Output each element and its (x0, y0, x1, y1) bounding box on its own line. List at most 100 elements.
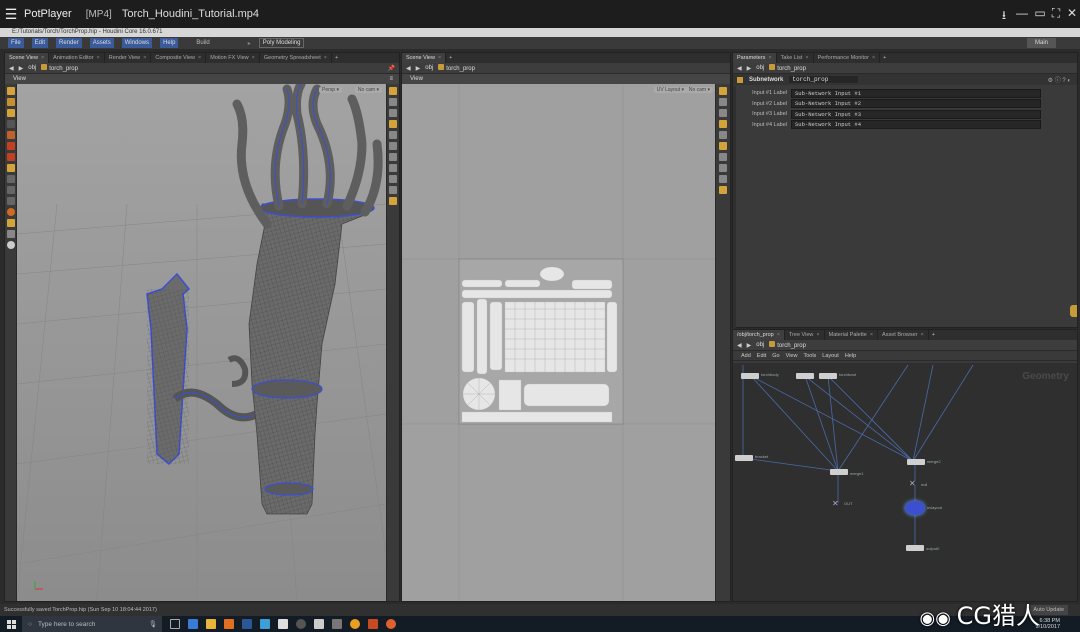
shelf-dropdown-icon[interactable]: ▸ (248, 40, 251, 47)
menu-assets[interactable]: Assets (89, 38, 114, 48)
select-tool-icon[interactable] (6, 87, 15, 95)
minimize-icon[interactable]: — (1014, 6, 1030, 20)
file-explorer-icon[interactable] (206, 619, 216, 629)
network-node[interactable] (906, 545, 924, 551)
move-tool-icon[interactable] (6, 131, 15, 139)
add-tab-icon[interactable]: + (880, 53, 889, 63)
selected-node[interactable] (905, 501, 925, 515)
tab-take-list[interactable]: Take List × (777, 53, 814, 63)
menu-edit[interactable]: Edit (31, 38, 49, 48)
taskbar-search[interactable]: ○ Type here to search 🎙 (22, 616, 162, 632)
lock-camera-icon[interactable] (719, 98, 727, 106)
folder-icon[interactable] (332, 619, 342, 629)
hamburger-menu-icon[interactable]: ☰ (0, 6, 22, 23)
tab-performance-monitor[interactable]: Performance Monitor × (814, 53, 881, 63)
wireframe-icon[interactable] (719, 131, 727, 139)
path-obj[interactable]: obj (425, 65, 433, 71)
tab-parameters[interactable]: Parameters × (733, 53, 777, 63)
home-icon[interactable] (389, 186, 397, 194)
brush-tool-icon[interactable] (6, 197, 15, 205)
shading-icon[interactable] (719, 120, 727, 128)
shelf-poly-modeling[interactable]: Poly Modeling (258, 38, 305, 48)
tab-composite-view[interactable]: Composite View × (151, 53, 207, 63)
network-node[interactable] (830, 469, 848, 475)
net-menu-edit[interactable]: Edit (757, 353, 766, 359)
forward-arrow-icon[interactable]: ▶ (747, 342, 752, 349)
no-cam-dropdown[interactable]: No cam ▾ (354, 87, 382, 93)
path-torch-prop[interactable]: torch_prop (41, 64, 78, 72)
uv-no-cam-dropdown[interactable]: No cam ▾ (685, 87, 713, 93)
path-torch-prop[interactable]: torch_prop (769, 341, 806, 349)
chrome-icon[interactable] (350, 619, 360, 629)
edge-icon[interactable] (188, 619, 198, 629)
snap-icon[interactable] (719, 142, 727, 150)
path-obj[interactable]: obj (756, 342, 764, 348)
tab-asset-browser[interactable]: Asset Browser × (878, 330, 929, 340)
uv-viewport[interactable]: UV Layout ▾ No cam ▾ (402, 84, 715, 601)
steam-icon[interactable] (296, 619, 306, 629)
normals-icon[interactable] (389, 164, 397, 172)
microphone-icon[interactable]: 🎙 (149, 620, 157, 628)
camera-dropdown[interactable]: Persp ▾ (319, 87, 342, 93)
close-icon[interactable]: ✕ (1064, 6, 1080, 20)
menu-windows[interactable]: Windows (121, 38, 153, 48)
tab-motion-fx-view[interactable]: Motion FX View × (206, 53, 260, 63)
add-tab-icon[interactable]: + (332, 53, 341, 63)
forward-arrow-icon[interactable]: ▶ (416, 65, 421, 72)
menu-help[interactable]: Help (160, 38, 179, 48)
param-field[interactable]: Sub-Network Input #3 (791, 109, 1041, 119)
back-arrow-icon[interactable]: ◀ (9, 65, 14, 72)
path-obj[interactable]: obj (756, 65, 764, 71)
net-menu-help[interactable]: Help (845, 353, 856, 359)
photoshop-icon[interactable] (242, 619, 252, 629)
shelf-build[interactable]: Build (196, 40, 209, 46)
display-icon[interactable] (6, 241, 15, 249)
tab-uv-scene-view[interactable]: Scene View × (402, 53, 447, 63)
tab-geometry-spreadsheet[interactable]: Geometry Spreadsheet × (260, 53, 332, 63)
firefox-icon[interactable] (386, 619, 396, 629)
add-tab-icon[interactable]: + (446, 53, 455, 63)
ghost-icon[interactable] (719, 109, 727, 117)
net-menu-tools[interactable]: Tools (803, 353, 816, 359)
pose-tool-icon[interactable] (6, 186, 15, 194)
handle-tool-icon[interactable] (6, 164, 15, 172)
scale-tool-icon[interactable] (6, 153, 15, 161)
node-name-field[interactable]: torch_prop (789, 76, 859, 83)
tab-network-path[interactable]: /obj/torch_prop × (733, 330, 785, 340)
param-field[interactable]: Sub-Network Input #2 (791, 99, 1041, 109)
tab-material-palette[interactable]: Material Palette × (825, 330, 879, 340)
network-node[interactable] (741, 373, 759, 379)
wireframe-icon[interactable] (389, 131, 397, 139)
menu-render[interactable]: Render (56, 38, 82, 48)
fullscreen-icon[interactable]: ⛶ (1048, 6, 1064, 21)
tab-scene-view[interactable]: Scene View × (5, 53, 50, 63)
skype-icon[interactable] (260, 619, 270, 629)
select-prims-icon[interactable] (6, 120, 15, 128)
backface-icon[interactable] (389, 142, 397, 150)
ghost-icon[interactable] (389, 109, 397, 117)
tab-animation-editor[interactable]: Animation Editor × (49, 53, 105, 63)
3d-viewport[interactable]: Persp ▾ No cam ▾ (17, 84, 386, 601)
path-torch-prop[interactable]: torch_prop (769, 64, 806, 72)
points-display-icon[interactable] (389, 153, 397, 161)
home-icon[interactable] (719, 175, 727, 183)
app-icon[interactable] (278, 619, 288, 629)
view-tool-icon[interactable] (6, 175, 15, 183)
display-options-icon[interactable] (389, 87, 397, 95)
null-node-icon[interactable]: ✕ (909, 480, 919, 488)
node-options-icons[interactable]: ⚙ ⓘ ? ◐ (1048, 75, 1071, 84)
snap-icon[interactable] (6, 219, 15, 227)
net-menu-go[interactable]: Go (772, 353, 779, 359)
back-arrow-icon[interactable]: ◀ (737, 65, 742, 72)
task-view-icon[interactable] (170, 619, 180, 629)
tab-render-view[interactable]: Render View × (105, 53, 152, 63)
menu-file[interactable]: File (8, 38, 24, 48)
photos-icon[interactable] (314, 619, 324, 629)
network-node[interactable] (796, 373, 814, 379)
houdini-icon[interactable] (368, 619, 378, 629)
network-node[interactable] (735, 455, 753, 461)
net-menu-view[interactable]: View (786, 353, 798, 359)
lock-camera-icon[interactable] (389, 98, 397, 106)
grid-icon[interactable] (389, 175, 397, 183)
view-menu-icon[interactable]: ≡ (389, 74, 393, 84)
